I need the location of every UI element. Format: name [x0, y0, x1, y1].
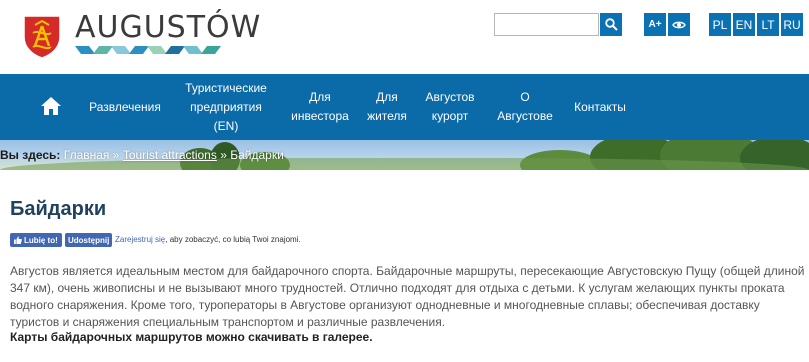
- home-icon[interactable]: [40, 96, 62, 116]
- city-crest-icon[interactable]: [21, 13, 63, 59]
- language-ru-button[interactable]: RU: [781, 13, 803, 36]
- facebook-signup-link[interactable]: Zarejestruj się: [115, 235, 165, 244]
- breadcrumb-tourist-attractions-link[interactable]: Tourist attractions: [123, 148, 217, 162]
- nav-item-for-investors[interactable]: Для инвестора: [290, 74, 350, 140]
- breadcrumb-label: Вы здесь:: [0, 148, 61, 162]
- page-title: Байдарки: [10, 198, 107, 220]
- facebook-social-text: Zarejestruj się, aby zobaczyć, co lubią …: [115, 235, 301, 244]
- nav-item-contacts[interactable]: Контакты: [572, 74, 628, 140]
- contrast-button[interactable]: [668, 13, 690, 36]
- facebook-social-rest: , aby zobaczyć, co lubią Twoi znajomi.: [165, 235, 301, 244]
- breadcrumb-separator: »: [112, 148, 120, 162]
- language-pl-button[interactable]: PL: [709, 13, 731, 36]
- article-bold-note: Карты байдарочных маршрутов можно скачив…: [10, 330, 373, 344]
- facebook-like-button[interactable]: Lubię to!: [10, 233, 62, 247]
- facebook-like-label: Lubię to!: [24, 235, 58, 245]
- main-navigation: Развлечения Туристические предприятия (E…: [0, 74, 809, 140]
- breadcrumb: Вы здесь: Главная » Tourist attractions …: [0, 148, 284, 162]
- search-button[interactable]: [600, 13, 622, 36]
- nav-item-tourist-businesses[interactable]: Туристические предприятия (EN): [178, 74, 274, 140]
- nav-item-augustow-resort[interactable]: Августов курорт: [420, 74, 480, 140]
- search-icon: [604, 18, 618, 31]
- nav-item-entertainment[interactable]: Развлечения: [88, 74, 162, 140]
- site-logo-text[interactable]: AUGUSTÓW: [75, 10, 261, 45]
- breadcrumb-separator: »: [220, 148, 227, 162]
- site-header: AUGUSTÓW A+ PL EN LT RU: [0, 0, 809, 74]
- nav-item-for-residents[interactable]: Для жителя: [362, 74, 412, 140]
- nav-item-about-augustow[interactable]: О Августове: [492, 74, 558, 140]
- logo-decoration: [75, 46, 221, 54]
- article-paragraph: Августов является идеальным местом для б…: [10, 264, 805, 329]
- font-size-button[interactable]: A+: [644, 13, 666, 36]
- eye-icon: [672, 21, 686, 28]
- facebook-share-button[interactable]: Udostępnij: [65, 233, 113, 247]
- search-input[interactable]: [494, 13, 599, 36]
- language-lt-button[interactable]: LT: [757, 13, 779, 36]
- language-en-button[interactable]: EN: [733, 13, 755, 36]
- thumbs-up-icon: [14, 236, 22, 244]
- breadcrumb-current: Байдарки: [230, 148, 284, 162]
- breadcrumb-home-link[interactable]: Главная: [64, 148, 110, 162]
